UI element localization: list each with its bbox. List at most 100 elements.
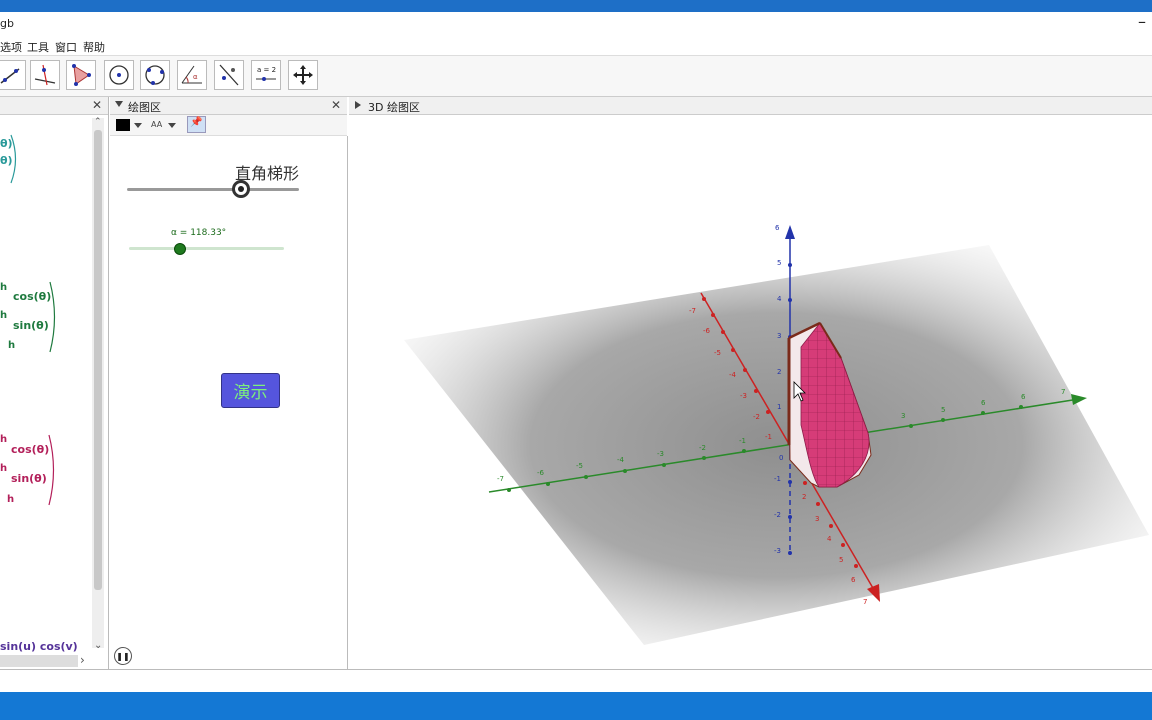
input-bar[interactable]	[0, 669, 1152, 692]
svg-text:6: 6	[981, 399, 986, 407]
alpha-slider-track[interactable]	[129, 247, 284, 250]
taskbar	[0, 692, 1152, 720]
color-dropdown-icon[interactable]	[134, 123, 142, 128]
toolbar	[0, 56, 1152, 97]
algebra-scroll-thumb[interactable]	[94, 130, 102, 590]
svg-text:-2: -2	[753, 413, 760, 421]
svg-text:4: 4	[827, 535, 832, 543]
graphics-close-icon[interactable]: ✕	[331, 98, 341, 112]
menu-tools[interactable]: 工具	[27, 39, 49, 55]
svg-text:5: 5	[839, 556, 843, 564]
svg-text:2: 2	[777, 368, 781, 376]
menu-help[interactable]: 帮助	[83, 39, 105, 55]
menu-options[interactable]: 选项	[0, 39, 22, 55]
angle-tool-icon: α	[181, 65, 202, 84]
polygon-tool-button[interactable]	[66, 60, 96, 90]
polygon-tool-icon	[72, 64, 91, 86]
algebra-fragment: h	[7, 494, 15, 505]
algebra-bracket	[48, 434, 55, 506]
perpendicular-tool-button[interactable]	[30, 60, 60, 90]
svg-text:3: 3	[815, 515, 819, 523]
slider-tool-label: a = 2	[257, 66, 276, 74]
pause-icon[interactable]: ❚❚	[114, 647, 132, 665]
svg-text:-2: -2	[699, 444, 706, 452]
circle-center-tool-icon	[109, 65, 129, 85]
xy-plane	[404, 245, 1149, 645]
title-bar	[0, 12, 1152, 36]
svg-text:2: 2	[802, 493, 806, 501]
graphics-title: 绘图区	[128, 101, 161, 114]
style-bar	[110, 115, 347, 136]
pin-icon[interactable]: 📌	[187, 116, 206, 133]
algebra-close-icon[interactable]: ✕	[92, 98, 102, 112]
algebra-bracket	[49, 281, 56, 353]
algebra-fragment: sin(θ)	[11, 472, 47, 485]
scroll-down-icon[interactable]: ⌄	[94, 640, 102, 651]
algebra-fragment: sin(θ)	[13, 319, 49, 332]
algebra-fragment: cos(θ)	[13, 290, 52, 303]
svg-text:7: 7	[863, 598, 867, 606]
line-tool-button[interactable]	[0, 60, 26, 90]
svg-text:6: 6	[851, 576, 856, 584]
algebra-fragment: h	[0, 434, 8, 445]
svg-text:-5: -5	[576, 462, 583, 470]
window-top-strip	[0, 0, 1152, 12]
menu-window[interactable]: 窗口	[55, 39, 77, 55]
algebra-fragment: sin(u) cos(v)	[0, 640, 78, 653]
minimize-button[interactable]: –	[1138, 12, 1146, 31]
scroll-up-icon[interactable]: ⌃	[94, 117, 102, 127]
circle-three-points-tool-button[interactable]	[140, 60, 170, 90]
svg-text:-2: -2	[774, 511, 781, 519]
svg-text:1: 1	[777, 403, 781, 411]
algebra-fragment: h	[0, 282, 8, 293]
svg-text:-1: -1	[774, 475, 781, 483]
algebra-fragment: h	[0, 463, 8, 474]
slider-tool-button[interactable]: a = 2	[251, 60, 281, 90]
svg-text:5: 5	[941, 406, 945, 414]
slider-tool-icon: a = 2	[256, 66, 276, 81]
demo-button[interactable]: 演示	[221, 373, 280, 408]
svg-text:-5: -5	[714, 349, 721, 357]
graphics3d-title: 3D 绘图区	[368, 101, 420, 114]
graphics3d-canvas[interactable]: -7 -6 -5 -4 -3 -2 -1 3 5 6 6 7 -7 -6 -5 …	[349, 115, 1152, 669]
svg-text:6: 6	[775, 224, 780, 232]
svg-text:-7: -7	[689, 307, 696, 315]
line-tool-icon	[0, 68, 20, 84]
circle-center-tool-button[interactable]	[104, 60, 134, 90]
svg-text:-6: -6	[537, 469, 545, 477]
color-swatch[interactable]	[116, 119, 130, 131]
move-view-tool-icon	[293, 65, 313, 85]
algebra-bracket	[10, 134, 17, 184]
svg-text:3: 3	[777, 332, 781, 340]
svg-text:-3: -3	[740, 392, 747, 400]
graphics3d-header	[349, 97, 1152, 115]
scroll-right-icon[interactable]: ›	[80, 653, 85, 667]
font-size-icon[interactable]: AA	[151, 120, 162, 129]
svg-text:-6: -6	[703, 327, 711, 335]
circle-three-points-tool-icon	[145, 65, 165, 85]
svg-text:-4: -4	[617, 456, 625, 464]
collapse-arrow-icon[interactable]	[115, 101, 123, 107]
svg-text:-1: -1	[739, 437, 746, 445]
svg-text:4: 4	[777, 295, 782, 303]
svg-text:6: 6	[1021, 393, 1026, 401]
font-dropdown-icon[interactable]	[168, 123, 176, 128]
svg-text:-1: -1	[765, 433, 772, 441]
scene-3d: -7 -6 -5 -4 -3 -2 -1 3 5 6 6 7 -7 -6 -5 …	[404, 224, 1149, 645]
expand-arrow-icon[interactable]	[355, 101, 361, 109]
z-axis-arrow-icon	[785, 225, 795, 239]
move-view-tool-button[interactable]	[288, 60, 318, 90]
alpha-slider-label: α = 118.33°	[171, 228, 227, 238]
svg-text:-3: -3	[774, 547, 781, 555]
angle-tool-button[interactable]: α	[177, 60, 207, 90]
algebra-fragment: h	[8, 340, 16, 351]
y-axis-arrow-icon	[1071, 394, 1087, 405]
trapezoid-slider-knob[interactable]	[231, 180, 250, 198]
menu-bar	[0, 36, 1152, 56]
algebra-hscrollbar[interactable]	[0, 655, 78, 667]
svg-text:-3: -3	[657, 450, 664, 458]
trapezoid-slider-track[interactable]	[127, 188, 299, 191]
reflect-tool-button[interactable]	[214, 60, 244, 90]
window-title: gb	[0, 17, 14, 30]
perpendicular-tool-icon	[34, 64, 56, 86]
